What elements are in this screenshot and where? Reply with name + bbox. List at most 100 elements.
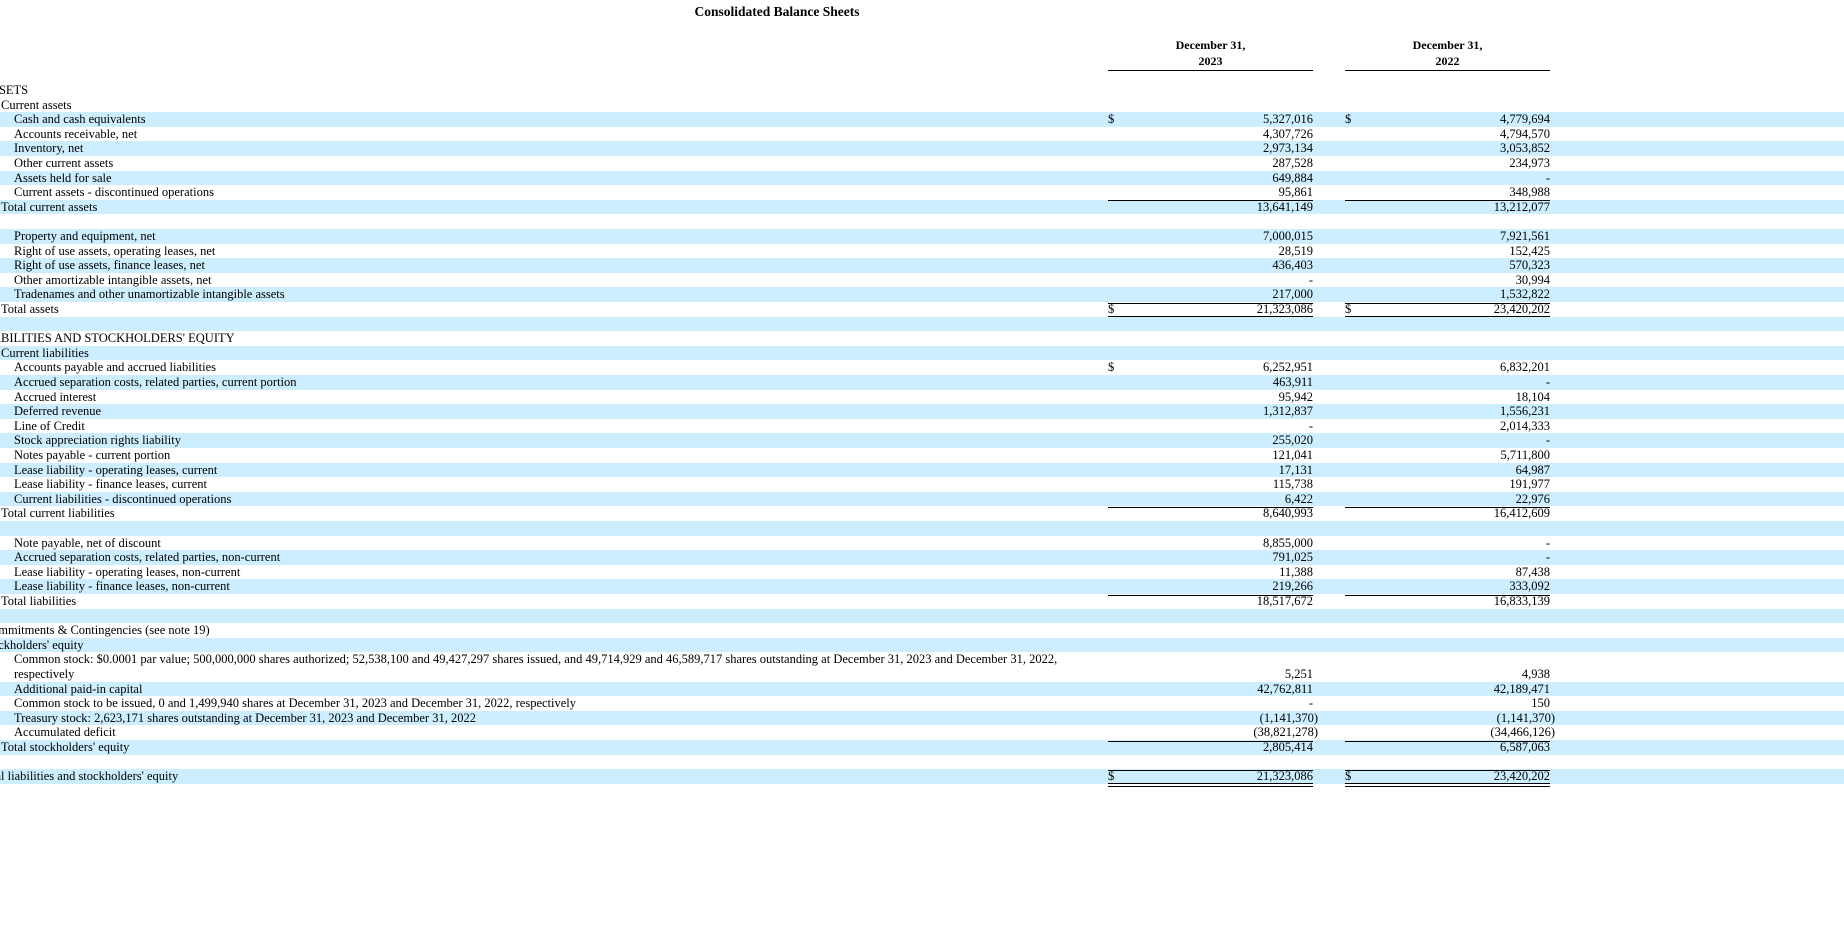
subtotal-rule	[1345, 740, 1550, 742]
value-2023: 219,266	[1272, 579, 1313, 594]
row-label: Other current assets	[14, 156, 114, 170]
row-label: Common stock: $0.0001 par value; 500,000…	[14, 652, 1058, 667]
total-double-rule	[1108, 783, 1313, 788]
table-row	[0, 755, 1844, 770]
row-label: Assets held for sale	[14, 170, 112, 185]
table-row: Right of use assets, finance leases, net…	[0, 258, 1844, 273]
column-header-2022: December 31, 2022	[1345, 37, 1550, 71]
value-2023: 6,252,951	[1263, 360, 1313, 375]
table-row: Tradenames and other unamortizable intan…	[0, 287, 1844, 302]
value-2022: 191,977	[1509, 477, 1550, 492]
row-label: Lease liability - finance leases, non-cu…	[14, 579, 230, 594]
value-2022: 6,832,201	[1500, 360, 1550, 375]
value-2022: 333,092	[1509, 579, 1550, 594]
row-label: Total stockholders' equity	[1, 740, 130, 754]
value-2023: 42,762,811	[1257, 681, 1313, 696]
table-row: Accounts receivable, net 4,307,726 4,794,5…	[0, 127, 1844, 142]
row-label: Deferred revenue	[14, 404, 102, 419]
value-2023: 13,641,149	[1256, 199, 1313, 214]
row-label: Accrued separation costs, related partie…	[14, 550, 281, 565]
value-2023: 791,025	[1272, 550, 1313, 565]
row-label: Cash and cash equivalents	[14, 112, 146, 127]
table-row: ABILITIES AND STOCKHOLDERS' EQUITY	[0, 331, 1844, 346]
value-2023: -	[1308, 272, 1313, 287]
table-row: Common stock: $0.0001 par value; 500,000…	[0, 652, 1844, 667]
value-2022: 22,976	[1515, 491, 1550, 506]
row-label: respectively	[14, 667, 75, 681]
column-header-2022-line2: 2022	[1435, 54, 1460, 68]
table-row: Current liabilities - discontinued opera…	[0, 491, 1844, 507]
row-label: Total liabilities	[1, 594, 77, 608]
value-2022: 7,921,561	[1500, 229, 1550, 243]
table-row	[0, 521, 1844, 536]
value-2023: 121,041	[1272, 448, 1313, 462]
value-2023: 21,323,086	[1256, 302, 1313, 316]
total-double-rule	[1345, 783, 1550, 788]
value-2023: 17,131	[1278, 462, 1313, 477]
value-2023: 7,000,015	[1263, 229, 1313, 243]
table-row	[0, 316, 1844, 332]
row-label: Property and equipment, net	[14, 229, 156, 243]
row-label: Total current liabilities	[1, 506, 115, 521]
row-label: Current assets - discontinued operations	[14, 185, 214, 200]
row-label: Stock appreciation rights liability	[14, 433, 181, 448]
row-label: Other amortizable intangible assets, net	[14, 272, 212, 287]
table-row: ommitments & Contingencies (see note 19)	[0, 623, 1844, 638]
row-label: Total current assets	[1, 199, 98, 214]
value-2022: 2,014,333	[1500, 418, 1550, 433]
value-2022: 4,794,570	[1500, 126, 1550, 141]
table-row: Current assets - discontinued operations…	[0, 185, 1844, 200]
table-row: Other amortizable intangible assets, net…	[0, 273, 1844, 288]
value-2022: 23,420,202	[1493, 302, 1550, 316]
value-2022: -	[1545, 375, 1550, 389]
subtotal-rule	[1345, 506, 1550, 508]
row-label: Additional paid-in capital	[14, 681, 143, 696]
value-2022: -	[1545, 170, 1550, 185]
table-row: Current liabilities	[0, 345, 1844, 361]
table-row: Treasury stock: 2,623,171 shares outstan…	[0, 710, 1844, 726]
table-row: Accumulated deficit (38,821,278) (34,466,1…	[0, 725, 1844, 740]
value-2022: 4,779,694	[1500, 112, 1550, 127]
row-label: Accounts payable and accrued liabilities	[14, 360, 217, 375]
row-label: Current liabilities	[1, 345, 89, 360]
subtotal-rule	[1345, 302, 1550, 304]
value-2022: 570,323	[1509, 258, 1550, 273]
row-label: Lease liability - finance leases, curren…	[14, 477, 207, 492]
subtotal-rule	[1108, 740, 1313, 742]
row-label: Current assets	[1, 97, 72, 112]
row-label: Line of Credit	[14, 418, 85, 433]
value-2022: 64,987	[1515, 462, 1550, 477]
value-2022: 87,438	[1515, 564, 1550, 579]
value-2023: 8,640,993	[1263, 506, 1313, 521]
row-label: Treasury stock: 2,623,171 shares outstan…	[14, 710, 476, 725]
value-2023: 1,312,837	[1263, 404, 1313, 419]
value-2023: 255,020	[1272, 433, 1313, 448]
subtotal-rule	[1108, 302, 1313, 304]
table-row: ockholders' equity	[0, 637, 1844, 653]
value-2023: (1,141,370)	[1259, 710, 1318, 725]
value-2022: 1,532,822	[1500, 287, 1550, 302]
value-2022: 348,988	[1509, 185, 1550, 200]
subtotal-rule	[1345, 594, 1550, 596]
table-row: tal liabilities and stockholders' equity…	[0, 769, 1844, 784]
table-row: Total assets $ $21,323,086 23,420,202	[0, 302, 1844, 317]
table-row: Total liabilities 18,517,672 16,833,139	[0, 594, 1844, 609]
value-2022: -	[1545, 550, 1550, 565]
subtotal-rule	[1345, 200, 1550, 202]
subtotal-rule	[1108, 769, 1313, 771]
value-2022: 150	[1531, 696, 1550, 711]
table-row: Inventory, net 2,973,134 3,053,852	[0, 141, 1844, 156]
table-row: Accrued separation costs, related partie…	[0, 375, 1844, 390]
subtotal-rule	[1108, 506, 1313, 508]
table-row: Cash and cash equivalents $ $5,327,016 4,77…	[0, 112, 1844, 127]
table-row: Lease liability - finance leases, non-cu…	[0, 579, 1844, 594]
row-label: Current liabilities - discontinued opera…	[14, 491, 232, 506]
row-label: Inventory, net	[14, 141, 84, 156]
value-2022: 4,938	[1521, 667, 1550, 681]
value-2022: 23,420,202	[1493, 769, 1550, 784]
row-label: SSETS	[0, 83, 29, 97]
value-2022: -	[1545, 535, 1550, 550]
row-label: Accumulated deficit	[14, 725, 116, 740]
row-label: Tradenames and other unamortizable intan…	[14, 287, 285, 302]
value-2022: 13,212,077	[1493, 199, 1550, 214]
